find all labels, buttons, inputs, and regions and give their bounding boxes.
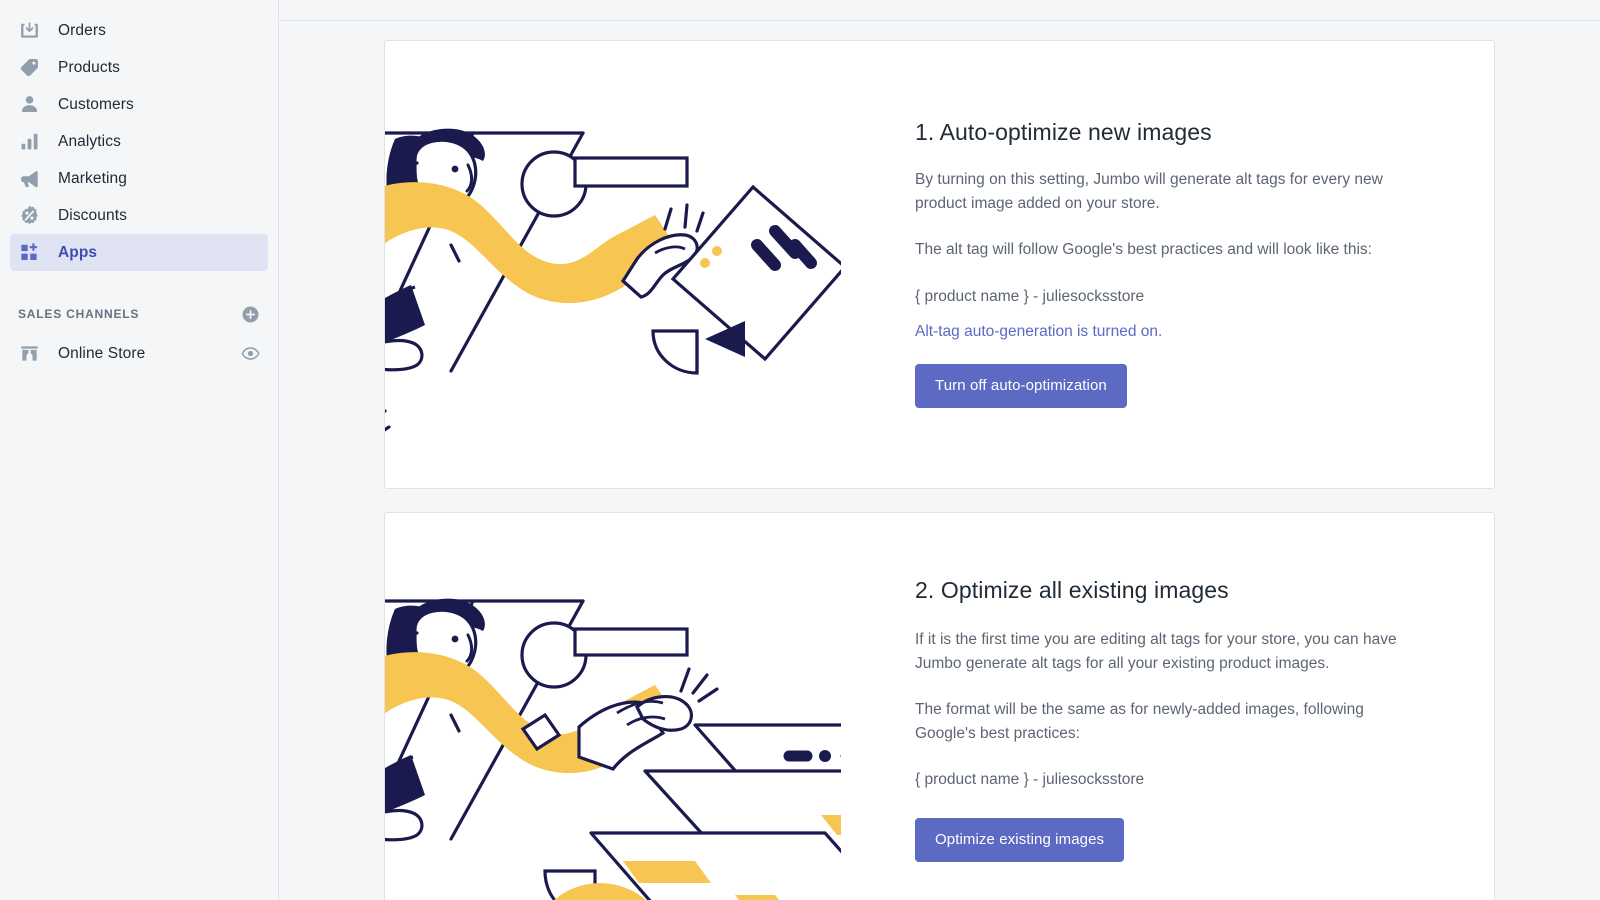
card-1-paragraph-2: The alt tag will follow Google's best pr…	[915, 241, 1372, 258]
sidebar-item-orders[interactable]: Orders	[10, 12, 268, 49]
sidebar-item-label: Analytics	[58, 132, 121, 150]
card-auto-optimize-new-images: 1. Auto-optimize new images By turning o…	[384, 40, 1495, 489]
storefront-icon	[18, 343, 40, 365]
turn-off-auto-optimization-button[interactable]: Turn off auto-optimization	[915, 363, 1127, 408]
apps-grid-plus-icon	[18, 242, 40, 264]
sidebar-item-customers[interactable]: Customers	[10, 86, 268, 123]
sales-channels-title: SALES CHANNELS	[18, 307, 140, 321]
sidebar-item-label: Customers	[58, 95, 134, 113]
product-tag-icon	[18, 57, 40, 79]
sidebar-item-label: Discounts	[58, 206, 127, 224]
sidebar-item-products[interactable]: Products	[10, 49, 268, 86]
orders-inbox-icon	[18, 20, 40, 42]
primary-sidebar: Orders Products Customers Analytics Mark…	[0, 0, 279, 900]
sidebar-item-home[interactable]	[10, 0, 268, 12]
card-2-alt-tag-sample: { product name } - juliesocksstore	[915, 771, 1145, 788]
card-1-paragraph-1: By turning on this setting, Jumbo will g…	[915, 171, 1383, 212]
sidebar-item-label: Marketing	[58, 169, 127, 187]
sidebar-item-apps[interactable]: Apps	[10, 234, 268, 271]
home-icon	[18, 0, 40, 12]
discount-percent-icon	[18, 205, 40, 227]
page-title: 1. Auto-optimize new images	[915, 119, 1212, 145]
card-optimize-existing-images: 2. Optimize all existing images If it is…	[384, 512, 1495, 900]
status-badge[interactable]: Alt-tag auto-generation is turned on.	[915, 320, 1424, 344]
sidebar-item-label: Products	[58, 58, 120, 76]
card-2-title: 2. Optimize all existing images	[915, 577, 1229, 603]
sidebar-item-label: Orders	[58, 21, 106, 39]
sidebar-item-discounts[interactable]: Discounts	[10, 197, 268, 234]
card-1-text-column: 1. Auto-optimize new images By turning o…	[841, 41, 1494, 488]
person-holding-document-illustration	[385, 41, 841, 488]
content-scroll-region: 1. Auto-optimize new images By turning o…	[279, 21, 1600, 900]
app-root: Orders Products Customers Analytics Mark…	[0, 0, 1600, 900]
card-1-alt-tag-sample: { product name } - juliesocksstore	[915, 287, 1145, 305]
card-2-paragraph-1: If it is the first time you are editing …	[915, 631, 1397, 672]
main-content-area: 1. Auto-optimize new images By turning o…	[279, 0, 1600, 900]
card-2-text-column: 2. Optimize all existing images If it is…	[841, 513, 1494, 900]
card-2-paragraph-2: The format will be the same as for newly…	[915, 701, 1364, 742]
sidebar-item-marketing[interactable]: Marketing	[10, 160, 268, 197]
marketing-megaphone-icon	[18, 168, 40, 190]
sidebar-item-analytics[interactable]: Analytics	[10, 123, 268, 160]
sidebar-item-label: Apps	[58, 243, 98, 261]
card-1-button-wrap: Turn off auto-optimization	[915, 363, 1424, 408]
sidebar-item-online-store[interactable]: Online Store	[10, 335, 268, 372]
plus-circle-icon[interactable]	[240, 304, 260, 324]
eye-icon[interactable]	[240, 344, 260, 364]
customer-person-icon	[18, 94, 40, 116]
person-editing-layers-illustration	[385, 513, 841, 900]
optimize-existing-images-button[interactable]: Optimize existing images	[915, 817, 1125, 862]
sidebar-item-label: Online Store	[58, 344, 146, 362]
card-2-button-wrap: Optimize existing images	[915, 817, 1424, 862]
sales-channels-section-header: SALES CHANNELS	[0, 301, 278, 327]
sidebar-nav-list: Orders Products Customers Analytics Mark…	[0, 0, 278, 271]
analytics-bars-icon	[18, 131, 40, 153]
sales-channel-list: Online Store	[0, 335, 278, 372]
